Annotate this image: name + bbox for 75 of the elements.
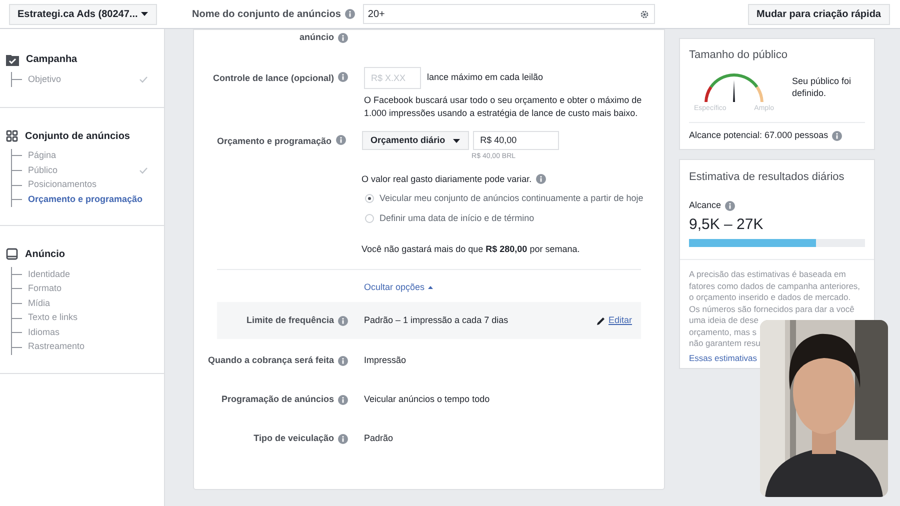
- info-icon: [338, 33, 348, 43]
- nav-item[interactable]: Idiomas: [28, 326, 60, 340]
- bid-note: O Facebook buscará usar todo o seu orçamento e obter o máximo de 1.000 impressões usando a estratégia de lance de custo mais baixo.: [364, 94, 643, 119]
- field-value: Padrão – 1 impressão a cada 7 dias: [364, 314, 508, 327]
- audience-status: Seu público foi definido.: [792, 74, 852, 100]
- field-label: anúncio: [299, 31, 334, 44]
- caret-down-icon: [140, 12, 148, 16]
- field-label: Controle de lance (opcional): [212, 72, 334, 85]
- bid-field[interactable]: R$ X.XX: [364, 67, 421, 89]
- reach-range: 9,5K – 27K: [689, 214, 764, 234]
- budget-amount-field[interactable]: R$ 40,00: [473, 131, 560, 150]
- info-icon: [536, 174, 546, 184]
- info-icon: [338, 72, 348, 82]
- estimate-note-line: A precisão das estimativas é baseada em: [689, 269, 847, 280]
- info-icon: [336, 135, 346, 145]
- budget-type-dropdown[interactable]: Orçamento diário: [362, 131, 470, 150]
- caret-down-icon: [453, 138, 460, 142]
- estimate-note-line: Os números são fornecidos para dar a você: [689, 304, 856, 315]
- nav-item[interactable]: Rastreamento: [28, 340, 85, 354]
- info-icon: [832, 130, 842, 141]
- info-icon: [338, 434, 348, 444]
- hide-options-link[interactable]: Ocultar opções: [364, 280, 425, 294]
- nav-item[interactable]: Identidade: [28, 268, 70, 282]
- field-label: Orçamento e programação: [217, 135, 332, 148]
- radio-label: Veicular meu conjunto de anúncios continuamente a partir de hoje: [380, 192, 644, 205]
- nav-item[interactable]: Público: [28, 164, 58, 178]
- radio-button[interactable]: [364, 194, 374, 204]
- card-title: Tamanho do público: [689, 48, 788, 63]
- nav-item[interactable]: Mídia: [28, 296, 50, 310]
- section-title[interactable]: Campanha: [26, 52, 78, 67]
- name-field[interactable]: 20+: [362, 4, 655, 24]
- estimate-note-line: fatores como dados de campanha anteriores,: [689, 280, 862, 292]
- info-icon: [338, 394, 348, 404]
- section-title[interactable]: Anúncio: [25, 246, 65, 262]
- potential-reach: Alcance potencial: 67.000 pessoas: [689, 129, 828, 142]
- nav-item[interactable]: Orçamento e programação: [28, 192, 143, 206]
- nav-item[interactable]: Posicionamentos: [28, 178, 97, 192]
- info-icon: [338, 356, 348, 366]
- estimate-note-line: não garantem resu: [689, 338, 762, 350]
- nav-item[interactable]: Objetivo: [28, 72, 62, 86]
- field-label: Quando a cobrança será feita: [208, 354, 334, 367]
- grid-icon: [6, 130, 18, 142]
- tablet-icon: [6, 248, 18, 260]
- field-label: Programação de anúncios: [221, 392, 334, 406]
- radio-label: Definir uma data de início e de término: [380, 212, 534, 224]
- account-dropdown[interactable]: Estrategi.ca Ads (80247...: [8, 4, 156, 24]
- nav-item[interactable]: Página: [28, 149, 56, 163]
- radio-button[interactable]: [364, 214, 374, 223]
- card-title: Estimativa de resultados diários: [689, 170, 846, 184]
- field-value: Impressão: [364, 354, 406, 367]
- info-icon: [344, 9, 355, 19]
- field-label: Tipo de veiculação: [254, 432, 334, 445]
- info-icon: [725, 200, 736, 211]
- variation-note: O valor real gasto diariamente pode variar.: [362, 172, 532, 186]
- field-value: Veicular anúncios o tempo todo: [364, 392, 490, 406]
- weekly-limit-text: Você não gastará mais do que R$ 280,00 por semana.: [362, 243, 581, 256]
- caret-up-icon: [428, 286, 433, 289]
- field-label: Limite de frequência: [246, 314, 334, 327]
- pencil-icon: [597, 316, 606, 324]
- estimates-link[interactable]: Essas estimativas: [689, 352, 758, 362]
- nav-item[interactable]: Formato: [28, 282, 62, 296]
- estimate-note-line: o orçamento inserido e dados de mercado.: [689, 292, 852, 304]
- name-label: Nome do conjunto de anúncios: [192, 8, 341, 22]
- quick-creation-button[interactable]: Mudar para criação rápida: [748, 4, 890, 24]
- bid-suffix: lance máximo em cada leilão: [427, 71, 544, 84]
- section-title[interactable]: Conjunto de anúncios: [25, 128, 130, 144]
- field-value: Padrão: [364, 432, 394, 445]
- nav-item[interactable]: Texto e links: [28, 311, 78, 325]
- settings-icon[interactable]: [638, 8, 650, 20]
- info-icon: [338, 316, 348, 326]
- estimate-note-line: uma ideia de dese: [689, 315, 760, 326]
- estimate-note-line: orçamento, mas s: [689, 326, 758, 338]
- metric-label: Alcance: [689, 199, 722, 212]
- folder-check-icon: [6, 54, 19, 66]
- edit-link[interactable]: Editar: [608, 314, 632, 328]
